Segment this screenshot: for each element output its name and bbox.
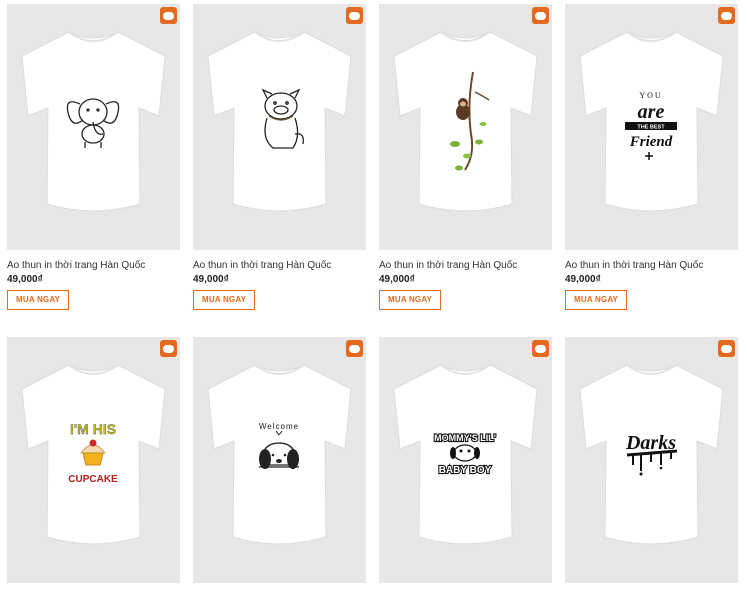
- brand-badge-icon: [718, 7, 735, 24]
- brand-badge-icon: [346, 340, 363, 357]
- tshirt-image: YOU are THE BEST Friend: [579, 31, 724, 212]
- svg-text:I'M HIS: I'M HIS: [70, 421, 116, 437]
- product-card: I'M HIS CUPCAKE: [7, 337, 180, 583]
- product-image[interactable]: [379, 4, 552, 250]
- tshirt-image: MOMMY'S LIL' BABY BOY: [393, 364, 538, 545]
- svg-text:are: are: [638, 101, 665, 123]
- product-card: Darks: [565, 337, 738, 583]
- svg-text:Friend: Friend: [629, 134, 673, 150]
- product-name[interactable]: Áo thun in thời trang Hàn Quốc: [7, 260, 180, 272]
- product-image[interactable]: MOMMY'S LIL' BABY BOY: [379, 337, 552, 583]
- product-name[interactable]: Áo thun in thời trang Hàn Quốc: [193, 260, 366, 272]
- product-image[interactable]: [193, 4, 366, 250]
- product-card: Welcome: [193, 337, 366, 583]
- tshirt-image: [207, 31, 352, 212]
- product-card: YOU are THE BEST Friend Áo thun in thời …: [565, 4, 738, 310]
- product-card: MOMMY'S LIL' BABY BOY: [379, 337, 552, 583]
- brand-badge-icon: [532, 7, 549, 24]
- svg-text:YOU: YOU: [639, 91, 662, 100]
- tshirt-image: Welcome: [207, 364, 352, 545]
- product-image[interactable]: Darks: [565, 337, 738, 583]
- buy-now-button[interactable]: MUA NGAY: [379, 290, 442, 310]
- product-card: Áo thun in thời trang Hàn Quốc 49,000₫ M…: [193, 4, 366, 310]
- brand-badge-icon: [718, 340, 735, 357]
- product-image[interactable]: Welcome: [193, 337, 366, 583]
- svg-text:THE BEST: THE BEST: [637, 125, 665, 131]
- product-price: 49,000₫: [565, 274, 601, 285]
- tshirt-image: I'M HIS CUPCAKE: [21, 364, 166, 545]
- brand-badge-icon: [532, 340, 549, 357]
- product-name[interactable]: Áo thun in thời trang Hàn Quốc: [379, 260, 552, 272]
- product-image[interactable]: I'M HIS CUPCAKE: [7, 337, 180, 583]
- product-price: 49,000₫: [7, 274, 43, 285]
- product-name[interactable]: Áo thun in thời trang Hàn Quốc: [565, 260, 738, 272]
- product-price: 49,000₫: [379, 274, 415, 285]
- product-grid: Áo thun in thời trang Hàn Quốc 49,000₫ M…: [0, 0, 747, 590]
- brand-badge-icon: [160, 340, 177, 357]
- tshirt-image: Darks: [579, 364, 724, 545]
- svg-text:Welcome: Welcome: [259, 422, 299, 431]
- buy-now-button[interactable]: MUA NGAY: [565, 290, 628, 310]
- buy-now-button[interactable]: MUA NGAY: [193, 290, 256, 310]
- product-card: Áo thun in thời trang Hàn Quốc 49,000₫ M…: [7, 4, 180, 310]
- svg-text:CUPCAKE: CUPCAKE: [68, 474, 118, 485]
- product-card: Áo thun in thời trang Hàn Quốc 49,000₫ M…: [379, 4, 552, 310]
- brand-badge-icon: [160, 7, 177, 24]
- svg-text:MOMMY'S LIL': MOMMY'S LIL': [434, 433, 496, 443]
- product-price: 49,000₫: [193, 274, 229, 285]
- svg-text:BABY BOY: BABY BOY: [439, 465, 492, 476]
- product-image[interactable]: [7, 4, 180, 250]
- product-image[interactable]: YOU are THE BEST Friend: [565, 4, 738, 250]
- buy-now-button[interactable]: MUA NGAY: [7, 290, 70, 310]
- tshirt-image: [21, 31, 166, 212]
- brand-badge-icon: [346, 7, 363, 24]
- tshirt-image: [393, 31, 538, 212]
